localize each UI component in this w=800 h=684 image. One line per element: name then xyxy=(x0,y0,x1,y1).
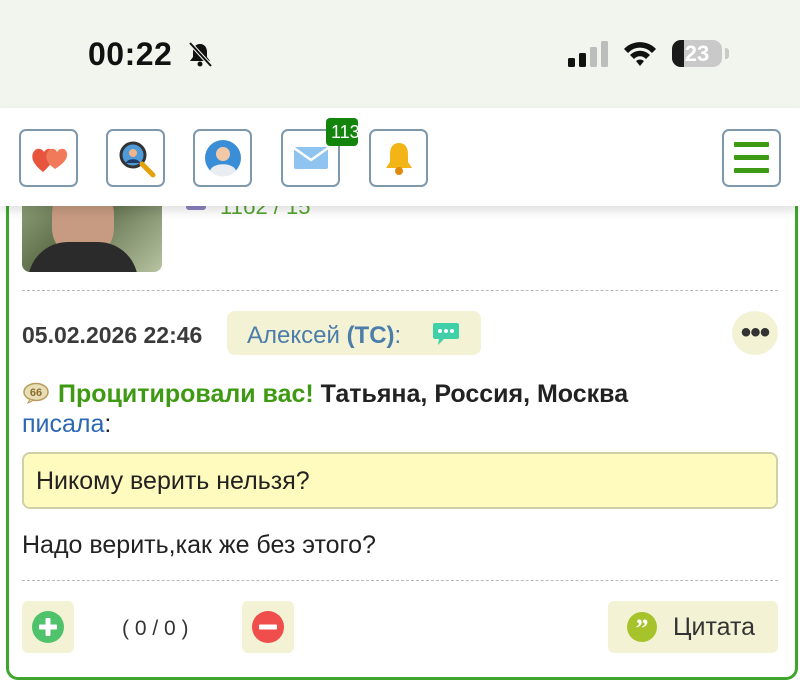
menu-line xyxy=(734,168,769,173)
mail-icon xyxy=(292,146,329,169)
quote-icon: ” xyxy=(627,612,657,643)
more-options-button[interactable]: ••• xyxy=(732,311,778,355)
quote-notice: 66 Процитировали вас! Татьяна, Россия, М… xyxy=(22,379,782,439)
search-icon xyxy=(119,141,155,178)
author-suffix: : xyxy=(394,322,402,349)
status-bar: 00:22 23 xyxy=(0,0,800,108)
messages-count-badge: 113 xyxy=(326,118,358,146)
top-nav-bar xyxy=(0,108,800,206)
cellular-signal-icon xyxy=(568,41,608,67)
private-message-icon[interactable] xyxy=(431,320,461,348)
battery-percent: 23 xyxy=(684,41,710,66)
quote-bubble-icon: 66 xyxy=(23,382,49,404)
battery-tip xyxy=(725,48,729,59)
quoted-by: Татьяна, Россия, Москва xyxy=(320,380,629,408)
author-tag: (ТС) xyxy=(346,322,395,349)
cite-label: Цитата xyxy=(673,613,756,641)
vote-down-button[interactable] xyxy=(242,601,294,653)
minus-icon xyxy=(252,611,284,643)
post-footer-divider xyxy=(22,580,778,581)
hamburger-menu-button[interactable] xyxy=(722,129,781,187)
battery-icon: 23 xyxy=(672,40,722,67)
nav-search-button[interactable] xyxy=(106,129,165,187)
svg-text:”: ” xyxy=(636,614,649,643)
bell-off-icon xyxy=(188,41,213,68)
menu-line xyxy=(734,142,769,147)
wrote-colon: : xyxy=(104,410,112,438)
svg-text:66: 66 xyxy=(30,387,42,399)
hearts-icon xyxy=(31,148,67,172)
nav-notifications-button[interactable] xyxy=(369,129,428,187)
cite-button[interactable]: ” Цитата xyxy=(608,601,778,653)
author-pill[interactable]: Алексей (ТС): xyxy=(227,311,481,355)
wifi-icon xyxy=(624,42,656,66)
status-time: 00:22 xyxy=(88,36,173,72)
plus-icon xyxy=(32,611,64,643)
post-divider xyxy=(22,290,778,291)
profile-icon xyxy=(204,140,241,177)
post-date: 05.02.2026 22:46 xyxy=(22,322,203,348)
quoted-text-box: Никому верить нельзя? xyxy=(22,452,778,509)
notifications-bell-icon xyxy=(385,143,412,175)
nav-profile-button[interactable] xyxy=(193,129,252,187)
vote-count: ( 0 / 0 ) xyxy=(122,617,189,640)
post-body-text: Надо верить,как же без этого? xyxy=(22,531,376,559)
menu-line xyxy=(734,155,769,160)
quoted-label: Процитировали вас! xyxy=(58,380,314,408)
nav-hearts-button[interactable] xyxy=(19,129,78,187)
author-name-line: Алексей (ТС): xyxy=(247,322,401,350)
vote-up-button[interactable] xyxy=(22,601,74,653)
wrote-link[interactable]: писала xyxy=(22,410,104,438)
author-avatar[interactable] xyxy=(22,196,162,272)
avatar-shirt xyxy=(28,242,138,272)
author-name[interactable]: Алексей xyxy=(247,322,340,349)
